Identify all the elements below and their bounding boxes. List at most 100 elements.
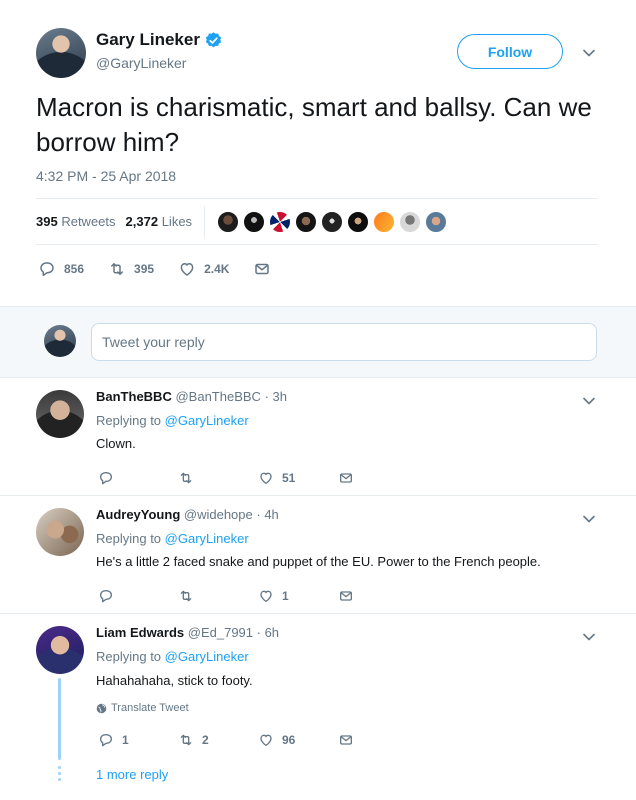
- translate-tweet-link[interactable]: Translate Tweet: [96, 702, 189, 714]
- envelope-icon: [340, 473, 352, 483]
- liker-avatar[interactable]: [269, 210, 292, 233]
- reply-tweet[interactable]: BanTheBBC @BanTheBBC · 3h Replying to @G…: [0, 378, 636, 496]
- reply-tweet[interactable]: Liam Edwards @Ed_7991 · 6h Replying to @…: [0, 614, 636, 800]
- retweet-icon: [180, 734, 192, 746]
- reply-count: 1: [122, 733, 129, 747]
- reply-actions: 1 2 96: [98, 730, 418, 750]
- reply-action[interactable]: [98, 470, 178, 486]
- replying-to-prefix: Replying to: [96, 413, 162, 428]
- like-count: 1: [282, 589, 289, 603]
- author-handle[interactable]: @GaryLineker: [96, 55, 186, 71]
- envelope-icon: [340, 735, 352, 745]
- likes-stat[interactable]: 2,372 Likes: [126, 214, 193, 229]
- current-user-avatar: [44, 325, 76, 357]
- replying-to-link[interactable]: @GaryLineker: [165, 531, 249, 546]
- replying-to-line: Replying to @GaryLineker: [96, 649, 249, 664]
- message-action[interactable]: [253, 260, 279, 278]
- retweet-icon: [111, 263, 124, 275]
- tweet-text: Macron is charismatic, smart and ballsy.…: [36, 92, 592, 157]
- reply-author-name[interactable]: Liam Edwards: [96, 625, 184, 640]
- retweets-stat[interactable]: 395 Retweets: [36, 214, 116, 229]
- reply-time[interactable]: · 6h: [257, 625, 279, 640]
- reply-author-handle[interactable]: @Ed_7991: [188, 625, 253, 640]
- liker-avatar[interactable]: [347, 210, 370, 233]
- reply-header: AudreyYoung @widehope · 4h: [96, 507, 279, 522]
- author-name[interactable]: Gary Lineker: [96, 30, 200, 50]
- tweet-timestamp[interactable]: 4:32 PM - 25 Apr 2018: [36, 168, 176, 184]
- replying-to-prefix: Replying to: [96, 531, 162, 546]
- chevron-down-icon[interactable]: [582, 512, 596, 526]
- reply-tweet[interactable]: AudreyYoung @widehope · 4h Replying to @…: [0, 496, 636, 614]
- reply-author-avatar[interactable]: [36, 626, 84, 674]
- message-action[interactable]: [338, 470, 418, 486]
- retweet-action[interactable]: [178, 470, 258, 486]
- thread-dots: [58, 766, 61, 784]
- envelope-icon: [340, 591, 352, 601]
- author-avatar[interactable]: [36, 28, 86, 78]
- reply-text: Hahahahaha, stick to footy.: [96, 673, 253, 688]
- reply-header: BanTheBBC @BanTheBBC · 3h: [96, 389, 287, 404]
- reply-author-handle[interactable]: @BanTheBBC: [175, 389, 260, 404]
- reply-author-name[interactable]: BanTheBBC: [96, 389, 172, 404]
- liker-avatar[interactable]: [373, 210, 396, 233]
- reply-time[interactable]: · 3h: [265, 389, 287, 404]
- main-tweet: Gary Lineker @GaryLineker Follow Macron …: [0, 0, 636, 306]
- stats-divider: [204, 205, 206, 238]
- replying-to-line: Replying to @GaryLineker: [96, 531, 249, 546]
- chevron-down-icon[interactable]: [582, 46, 596, 60]
- retweet-icon: [180, 472, 192, 484]
- liker-avatar[interactable]: [217, 210, 240, 233]
- reply-action[interactable]: 1: [98, 732, 178, 748]
- replying-to-link[interactable]: @GaryLineker: [165, 649, 249, 664]
- translate-label: Translate Tweet: [111, 702, 189, 714]
- like-count: 51: [282, 471, 296, 485]
- like-action[interactable]: 1: [258, 588, 338, 604]
- show-more-replies-link[interactable]: 1 more reply: [96, 767, 168, 782]
- retweet-action[interactable]: [178, 588, 258, 604]
- like-action[interactable]: 96: [258, 732, 338, 748]
- reply-icon: [100, 590, 112, 603]
- liker-avatar[interactable]: [243, 210, 266, 233]
- chevron-down-icon[interactable]: [582, 394, 596, 408]
- like-action[interactable]: 2.4K: [178, 260, 229, 278]
- globe-icon: [96, 703, 107, 713]
- reply-author-avatar[interactable]: [36, 508, 84, 556]
- reply-count: 856: [64, 262, 85, 276]
- reply-author-handle[interactable]: @widehope: [184, 507, 253, 522]
- like-action[interactable]: 51: [258, 470, 338, 486]
- reply-author-name[interactable]: AudreyYoung: [96, 507, 180, 522]
- reply-input[interactable]: [91, 323, 597, 361]
- liker-avatar[interactable]: [321, 210, 344, 233]
- like-count: 2.4K: [204, 262, 230, 276]
- message-action[interactable]: [338, 732, 418, 748]
- retweet-action[interactable]: 2: [178, 732, 258, 748]
- reply-author-avatar[interactable]: [36, 390, 84, 438]
- reply-icon: [40, 262, 54, 277]
- likes-count: 2,372: [125, 214, 159, 229]
- replying-to-prefix: Replying to: [96, 649, 162, 664]
- envelope-icon: [255, 263, 270, 275]
- replying-to-line: Replying to @GaryLineker: [96, 413, 249, 428]
- liker-avatar[interactable]: [425, 210, 448, 233]
- reply-action[interactable]: [98, 588, 178, 604]
- chevron-down-icon[interactable]: [582, 630, 596, 644]
- like-count: 96: [282, 733, 296, 747]
- reply-actions: 51: [98, 468, 418, 488]
- author-name-row[interactable]: Gary Lineker: [96, 30, 223, 50]
- liker-avatars: [217, 210, 451, 233]
- retweet-count: 2: [202, 733, 209, 747]
- reply-action[interactable]: 856: [38, 260, 84, 278]
- replying-to-link[interactable]: @GaryLineker: [165, 413, 249, 428]
- reply-icon: [100, 472, 112, 485]
- liker-avatar[interactable]: [295, 210, 318, 233]
- reply-text: He's a little 2 faced snake and puppet o…: [96, 554, 541, 569]
- reply-header: Liam Edwards @Ed_7991 · 6h: [96, 625, 279, 640]
- reply-time[interactable]: · 4h: [256, 507, 278, 522]
- retweet-action[interactable]: 395: [108, 260, 154, 278]
- tweet-stats: 395 Retweets 2,372 Likes: [36, 198, 598, 245]
- follow-button[interactable]: Follow: [457, 34, 563, 69]
- message-action[interactable]: [338, 588, 418, 604]
- verified-badge-icon: [204, 31, 223, 50]
- heart-icon: [180, 263, 194, 276]
- liker-avatar[interactable]: [399, 210, 422, 233]
